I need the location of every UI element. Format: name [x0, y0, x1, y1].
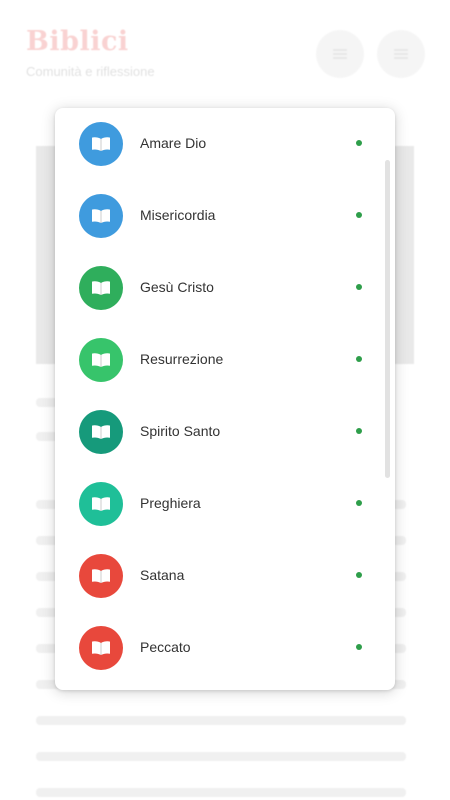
status-dot-icon — [356, 572, 362, 578]
topic-label: Spirito Santo — [140, 423, 221, 439]
topic-item[interactable]: Spirito Santo — [55, 396, 395, 468]
status-dot-icon — [356, 284, 362, 290]
topic-item[interactable]: Gesù Cristo — [55, 252, 395, 324]
status-dot-icon — [356, 644, 362, 650]
app-tagline: Comunità e riflessione — [26, 64, 155, 79]
topic-item[interactable]: Preghiera — [55, 468, 395, 540]
status-dot-icon — [356, 356, 362, 362]
book-icon — [79, 266, 123, 310]
status-dot-icon — [356, 140, 362, 146]
text-line — [36, 788, 406, 797]
topic-item[interactable]: Satana — [55, 540, 395, 612]
topic-item[interactable]: Resurrezione — [55, 324, 395, 396]
book-icon — [79, 194, 123, 238]
topic-label: Peccato — [140, 639, 191, 655]
app-logo: Biblici — [26, 26, 129, 57]
book-icon — [79, 410, 123, 454]
topic-label: Gesù Cristo — [140, 279, 214, 295]
book-icon — [79, 338, 123, 382]
text-line — [36, 716, 406, 725]
topic-item[interactable]: Amare Dio — [55, 108, 395, 180]
topic-item[interactable]: Peccato — [55, 612, 395, 684]
topic-list: Amare Dio Misericordia Gesù Cristo Resurrez… — [55, 108, 395, 684]
book-icon — [79, 554, 123, 598]
topic-item[interactable]: Misericordia — [55, 180, 395, 252]
menu-button[interactable] — [316, 30, 364, 78]
text-line — [36, 752, 406, 761]
topic-label: Amare Dio — [140, 135, 207, 151]
status-dot-icon — [356, 428, 362, 434]
options-button[interactable] — [377, 30, 425, 78]
topic-label: Misericordia — [140, 207, 216, 223]
scrollbar-thumb[interactable] — [385, 160, 390, 478]
topic-label: Satana — [140, 567, 185, 583]
book-icon — [79, 626, 123, 670]
hamburger-icon — [394, 49, 408, 51]
menu-icon — [333, 49, 347, 51]
status-dot-icon — [356, 500, 362, 506]
book-icon — [79, 122, 123, 166]
status-dot-icon — [356, 212, 362, 218]
topic-label: Resurrezione — [140, 351, 224, 367]
book-icon — [79, 482, 123, 526]
topic-label: Preghiera — [140, 495, 201, 511]
topics-popup: Amare Dio Misericordia Gesù Cristo Resurrez… — [55, 108, 395, 690]
